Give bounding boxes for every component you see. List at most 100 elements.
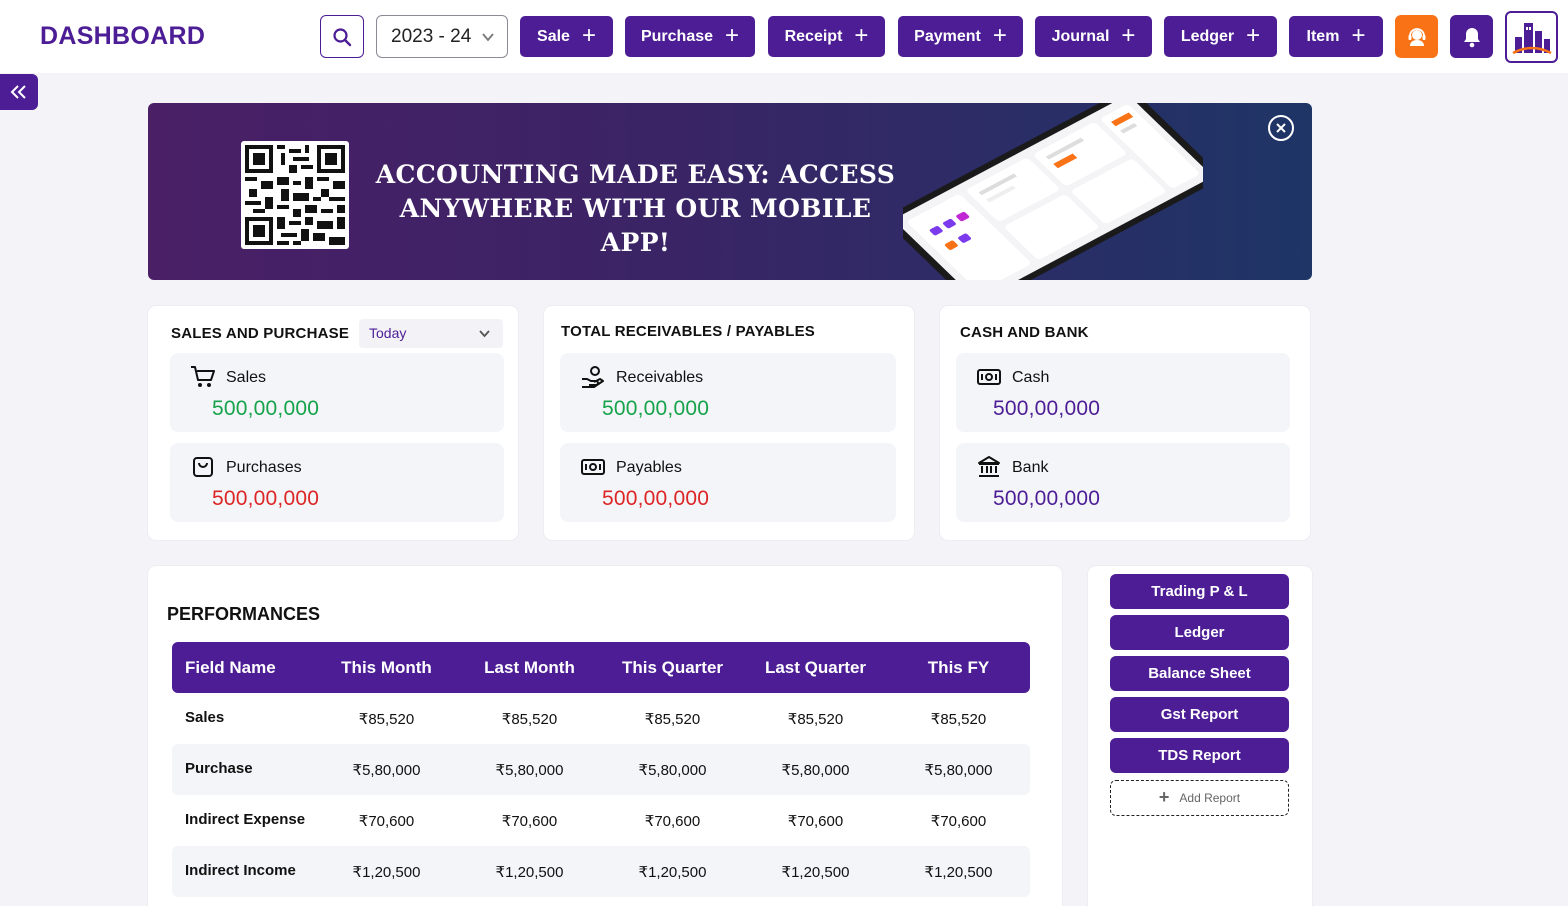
mobile-app-banner: ACCOUNTING MADE EASY: ACCESS ANYWHERE WI… [148,103,1312,280]
column-header: Last Quarter [764,657,867,677]
quick-add-purchase-button[interactable]: Purchase + [625,16,755,57]
qr-code [241,141,349,249]
quick-add-label: Item [1306,27,1340,45]
table-row: Purchase ₹5,80,000 ₹5,80,000 ₹5,80,000 ₹… [172,744,1030,795]
receivables-stat[interactable]: Receivables 500,00,000 [560,353,896,432]
ledger-report-button[interactable]: Ledger [1110,615,1289,650]
banknote-icon [580,455,606,479]
performances-panel: PERFORMANCES Field Name This Month Last … [148,566,1062,906]
column-header: Field Name [185,657,276,677]
table-row: Sales ₹85,520 ₹85,520 ₹85,520 ₹85,520 ₹8… [172,693,1030,744]
stat-value: 500,00,000 [993,487,1101,510]
quick-add-label: Journal [1051,27,1110,45]
support-button[interactable] [1395,15,1438,58]
payables-stat[interactable]: Payables 500,00,000 [560,443,896,522]
table-cell: ₹5,80,000 [352,761,421,779]
period-filter-value: Today [369,325,407,341]
balance-sheet-report-button[interactable]: Balance Sheet [1110,656,1289,691]
table-cell: ₹5,80,000 [781,761,850,779]
table-cell: Sales [185,709,225,726]
table-cell: ₹5,80,000 [638,761,707,779]
stat-label: Purchases [226,459,302,476]
quick-add-ledger-button[interactable]: Ledger + [1164,16,1277,57]
purchases-stat[interactable]: Purchases 500,00,000 [170,443,504,522]
sales-stat[interactable]: Sales 500,00,000 [170,353,504,432]
plus-icon: + [1121,21,1136,49]
table-cell: ₹1,20,500 [924,863,993,881]
period-filter-select[interactable]: Today [359,319,503,348]
card-title: TOTAL RECEIVABLES / PAYABLES [561,323,815,340]
table-cell: ₹85,520 [930,710,987,728]
cash-icon [976,365,1002,389]
card-title: CASH AND BANK [960,324,1089,341]
building-logo-icon [1511,23,1552,55]
table-header-row: Field Name This Month Last Month This Qu… [172,642,1030,693]
plus-icon: + [725,21,740,49]
stat-label: Sales [226,369,267,386]
headset-icon [1408,27,1425,46]
financial-year-select[interactable]: 2023 - 24 [376,15,508,58]
gst-report-button[interactable]: Gst Report [1110,697,1289,732]
cash-stat[interactable]: Cash 500,00,000 [956,353,1290,432]
quick-add-item-button[interactable]: Item + [1289,16,1383,57]
table-cell: ₹1,20,500 [638,863,707,881]
add-report-label: Add Report [1179,791,1241,805]
shopping-bag-icon [190,455,216,479]
stat-label: Bank [1012,459,1049,476]
tds-report-button[interactable]: TDS Report [1110,738,1289,773]
stat-label: Cash [1012,369,1050,386]
reports-panel: Trading P & L Ledger Balance Sheet Gst R… [1088,566,1312,906]
column-header: This Quarter [621,657,724,677]
table-cell: ₹85,520 [501,710,558,728]
quick-add-label: Payment [914,27,981,45]
search-button[interactable] [320,15,364,58]
quick-add-label: Receipt [784,27,843,45]
banner-headline-line: ACCOUNTING MADE EASY: ACCESS [375,160,896,189]
stat-label: Payables [616,459,682,476]
page-title: DASHBOARD [40,22,206,50]
plus-icon: + [854,21,869,49]
table-cell: ₹5,80,000 [495,761,564,779]
banner-headline: ACCOUNTING MADE EASY: ACCESS ANYWHERE WI… [373,158,898,260]
stat-value: 500,00,000 [602,397,710,420]
stat-value: 500,00,000 [212,397,320,420]
quick-add-sale-button[interactable]: Sale + [520,16,613,57]
table-cell: Purchase [185,760,253,777]
trading-pl-report-button[interactable]: Trading P & L [1110,574,1289,609]
table-cell: Indirect Income [185,862,296,879]
bank-building-icon [976,455,1002,479]
double-chevron-left-icon [10,85,26,99]
table-row: Indirect Income ₹1,20,500 ₹1,20,500 ₹1,2… [172,846,1030,897]
table-cell: ₹70,600 [787,812,844,830]
bell-icon [1463,27,1480,47]
section-title: PERFORMANCES [167,604,321,624]
plus-icon: + [1246,21,1261,49]
plus-icon: + [1158,786,1170,807]
banner-headline-line: ANYWHERE WITH OUR MOBILE APP! [399,194,872,257]
plus-icon: + [992,21,1007,49]
quick-add-payment-button[interactable]: Payment + [898,16,1023,57]
table-cell: ₹85,520 [644,710,701,728]
chevron-down-icon [482,33,494,42]
bank-stat[interactable]: Bank 500,00,000 [956,443,1290,522]
quick-add-journal-button[interactable]: Journal + [1035,16,1152,57]
plus-icon: + [581,21,596,49]
quick-add-receipt-button[interactable]: Receipt + [768,16,885,57]
notifications-button[interactable] [1450,15,1493,58]
table-cell: ₹70,600 [644,812,701,830]
column-header: This FY [927,657,990,677]
table-cell: ₹70,600 [358,812,415,830]
table-cell: ₹85,520 [358,710,415,728]
mobile-app-phone-illustration [903,103,1203,280]
sales-purchase-card: SALES AND PURCHASE Today Sales 500,00,00… [148,306,518,540]
stat-label: Receivables [616,369,704,386]
banner-close-button[interactable] [1268,115,1294,141]
table-cell: ₹1,20,500 [781,863,850,881]
sidebar-toggle-button[interactable] [0,74,38,110]
card-title: SALES AND PURCHASE [171,325,350,342]
company-logo[interactable] [1505,11,1558,63]
add-report-button[interactable]: + Add Report [1110,780,1289,816]
quick-add-label: Ledger [1180,27,1235,45]
table-cell: ₹70,600 [930,812,987,830]
chevron-down-icon [479,330,490,338]
